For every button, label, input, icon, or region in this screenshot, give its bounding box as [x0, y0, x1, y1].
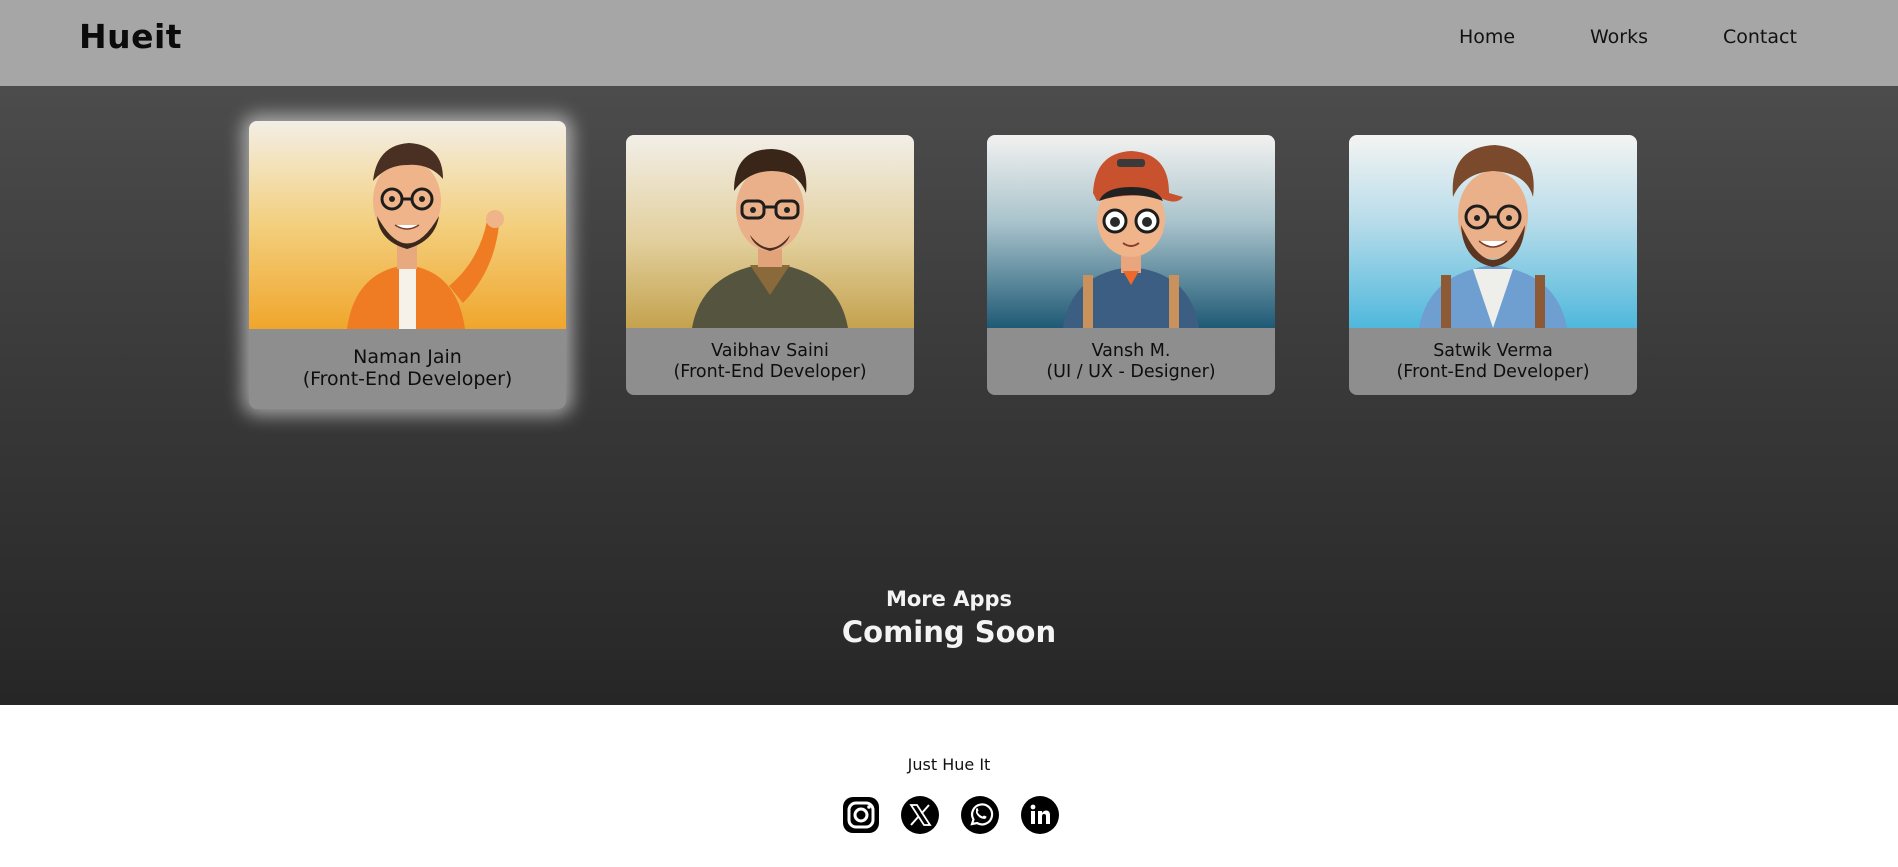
avatar [626, 135, 914, 328]
card-caption: Satwik Verma (Front-End Developer) [1349, 328, 1637, 395]
member-name: Naman Jain [353, 346, 462, 369]
member-role: (Front-End Developer) [302, 368, 513, 390]
card-caption: Naman Jain (Front-End Developer) [249, 329, 566, 409]
nav-link-home[interactable]: Home [1459, 26, 1515, 48]
member-name: Vaibhav Saini [711, 341, 829, 362]
team-card[interactable]: Satwik Verma (Front-End Developer) [1349, 135, 1637, 395]
member-role: (Front-End Developer) [673, 361, 867, 382]
avatar [987, 135, 1275, 328]
footer: Just Hue It [0, 705, 1898, 867]
team-card[interactable]: Naman Jain (Front-End Developer) [249, 121, 566, 409]
card-caption: Vaibhav Saini (Front-End Developer) [626, 328, 914, 395]
whatsapp-icon[interactable] [960, 795, 1000, 835]
member-role: (Front-End Developer) [1396, 361, 1590, 382]
footer-tagline: Just Hue It [907, 755, 991, 774]
coming-soon-heading: Coming Soon [841, 615, 1057, 649]
x-icon[interactable] [900, 795, 940, 835]
team-section: Naman Jain (Front-End Developer) Vaibhav… [0, 86, 1898, 719]
avatar [1349, 135, 1637, 328]
member-name: Vansh M. [1091, 341, 1171, 362]
team-card[interactable]: Vaibhav Saini (Front-End Developer) [626, 135, 914, 395]
instagram-icon[interactable] [841, 795, 881, 835]
brand-logo[interactable]: Hueit [79, 17, 182, 56]
member-name: Satwik Verma [1433, 341, 1553, 362]
card-caption: Vansh M. (UI / UX - Designer) [987, 328, 1275, 395]
more-apps-heading: More Apps [885, 587, 1013, 611]
navbar: Hueit Home Works Contact [0, 0, 1898, 86]
avatar [249, 121, 566, 329]
nav-link-works[interactable]: Works [1590, 26, 1648, 48]
linkedin-icon[interactable] [1020, 795, 1060, 835]
member-role: (UI / UX - Designer) [1046, 361, 1216, 382]
team-card[interactable]: Vansh M. (UI / UX - Designer) [987, 135, 1275, 395]
nav-link-contact[interactable]: Contact [1723, 26, 1797, 48]
